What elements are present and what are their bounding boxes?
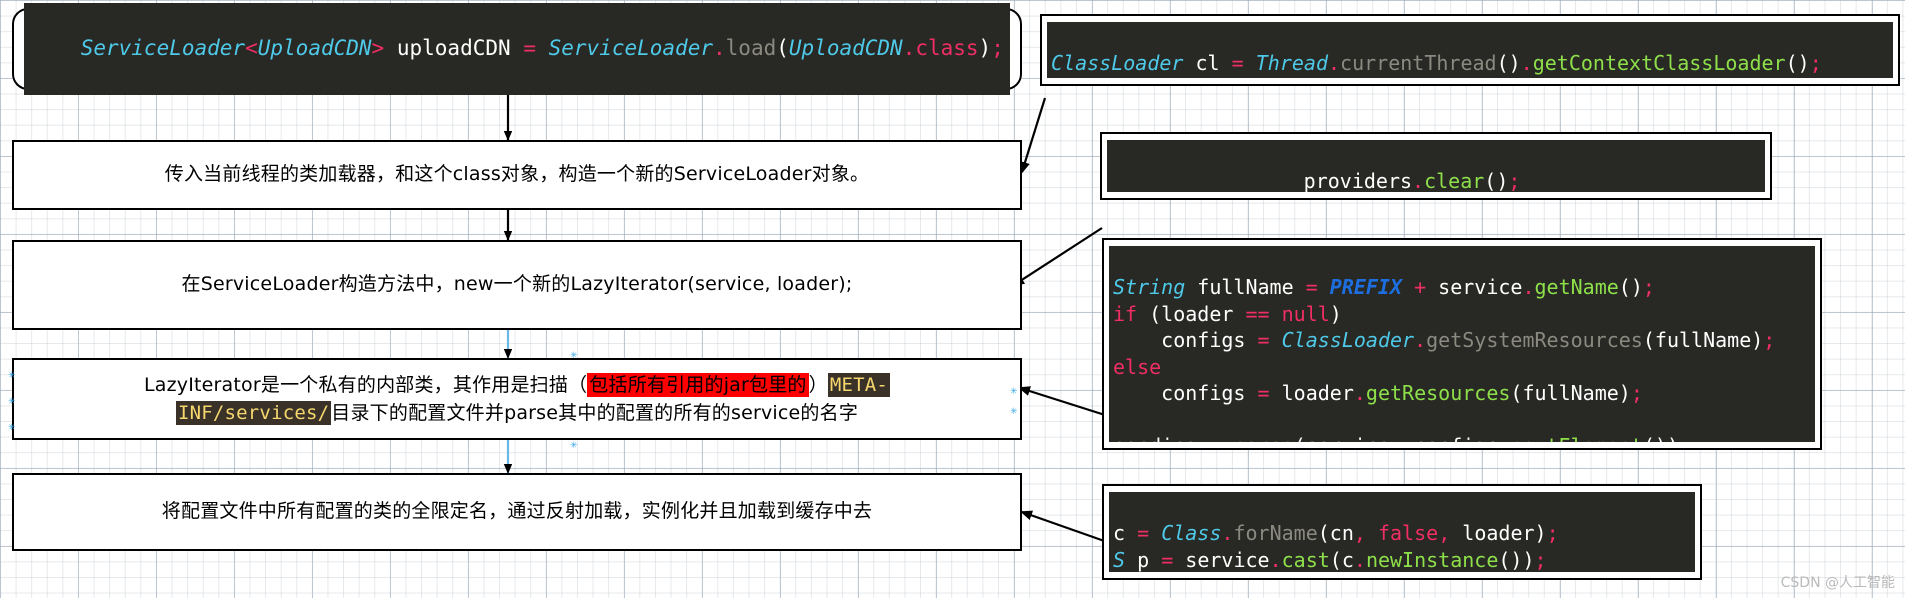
selection-handle[interactable]: ✳ <box>570 441 578 450</box>
step4-text-c: 目录下的配置文件并parse其中的配置的所有的service的名字 <box>331 402 859 424</box>
flow-step-3-label: 在ServiceLoader构造方法中，new一个新的LazyIterator(… <box>181 273 853 296</box>
step4-text-b: ） <box>808 373 828 396</box>
step1-code: ServiceLoader<UploadCDN> uploadCDN = Ser… <box>24 3 1010 95</box>
step4-text-a: LazyIterator是一个私有的内部类，其作用是扫描（ <box>143 373 588 396</box>
watermark: CSDN @人工智能 <box>1780 575 1895 591</box>
flow-step-1[interactable]: ServiceLoader<UploadCDN> uploadCDN = Ser… <box>12 3 1022 95</box>
step4-highlight-services: INF/services/ <box>175 401 332 425</box>
flow-step-4-label: LazyIterator是一个私有的内部类，其作用是扫描（ 包括所有引用的jar包… <box>126 371 908 428</box>
code-panel-1-body: ClassLoader cl = Thread.currentThread().… <box>1047 22 1893 78</box>
code-panel-3[interactable]: String fullName = PREFIX + service.getNa… <box>1102 238 1822 450</box>
selection-handle[interactable]: ✳ <box>8 423 16 432</box>
code-panel-2[interactable]: providers.clear(); lookupIterator = new … <box>1100 132 1772 200</box>
selection-handle[interactable]: ✳ <box>8 371 16 380</box>
selection-handle[interactable]: ✳ <box>1010 387 1018 396</box>
code-panel-2-body: providers.clear(); lookupIterator = new … <box>1107 140 1765 192</box>
code-panel-4-body: c = Class.forName(cn, false, loader); S … <box>1109 492 1695 572</box>
flow-step-2-label: 传入当前线程的类加载器，和这个class对象，构造一个新的ServiceLoad… <box>164 163 870 186</box>
step4-highlight-metainf: META- <box>827 372 891 397</box>
flow-step-5-label: 将配置文件中所有配置的类的全限定名，通过反射加载，实例化并且加载到缓存中去 <box>161 500 873 523</box>
selection-handle[interactable]: ✳ <box>1010 407 1018 416</box>
flow-step-5[interactable]: 将配置文件中所有配置的类的全限定名，通过反射加载，实例化并且加载到缓存中去 <box>12 473 1022 551</box>
code-panel-3-body: String fullName = PREFIX + service.getNa… <box>1109 246 1815 442</box>
selection-handle[interactable]: ✳ <box>8 397 16 406</box>
code-panel-4[interactable]: c = Class.forName(cn, false, loader); S … <box>1102 484 1702 580</box>
selection-handle[interactable]: ✳ <box>570 351 578 360</box>
flow-step-4[interactable]: LazyIterator是一个私有的内部类，其作用是扫描（ 包括所有引用的jar包… <box>12 358 1022 440</box>
code-panel-1[interactable]: ClassLoader cl = Thread.currentThread().… <box>1040 14 1900 86</box>
flow-step-3[interactable]: 在ServiceLoader构造方法中，new一个新的LazyIterator(… <box>12 240 1022 330</box>
flow-step-2[interactable]: 传入当前线程的类加载器，和这个class对象，构造一个新的ServiceLoad… <box>12 140 1022 210</box>
step4-highlight-jar: 包括所有引用的jar包里的 <box>587 372 809 397</box>
